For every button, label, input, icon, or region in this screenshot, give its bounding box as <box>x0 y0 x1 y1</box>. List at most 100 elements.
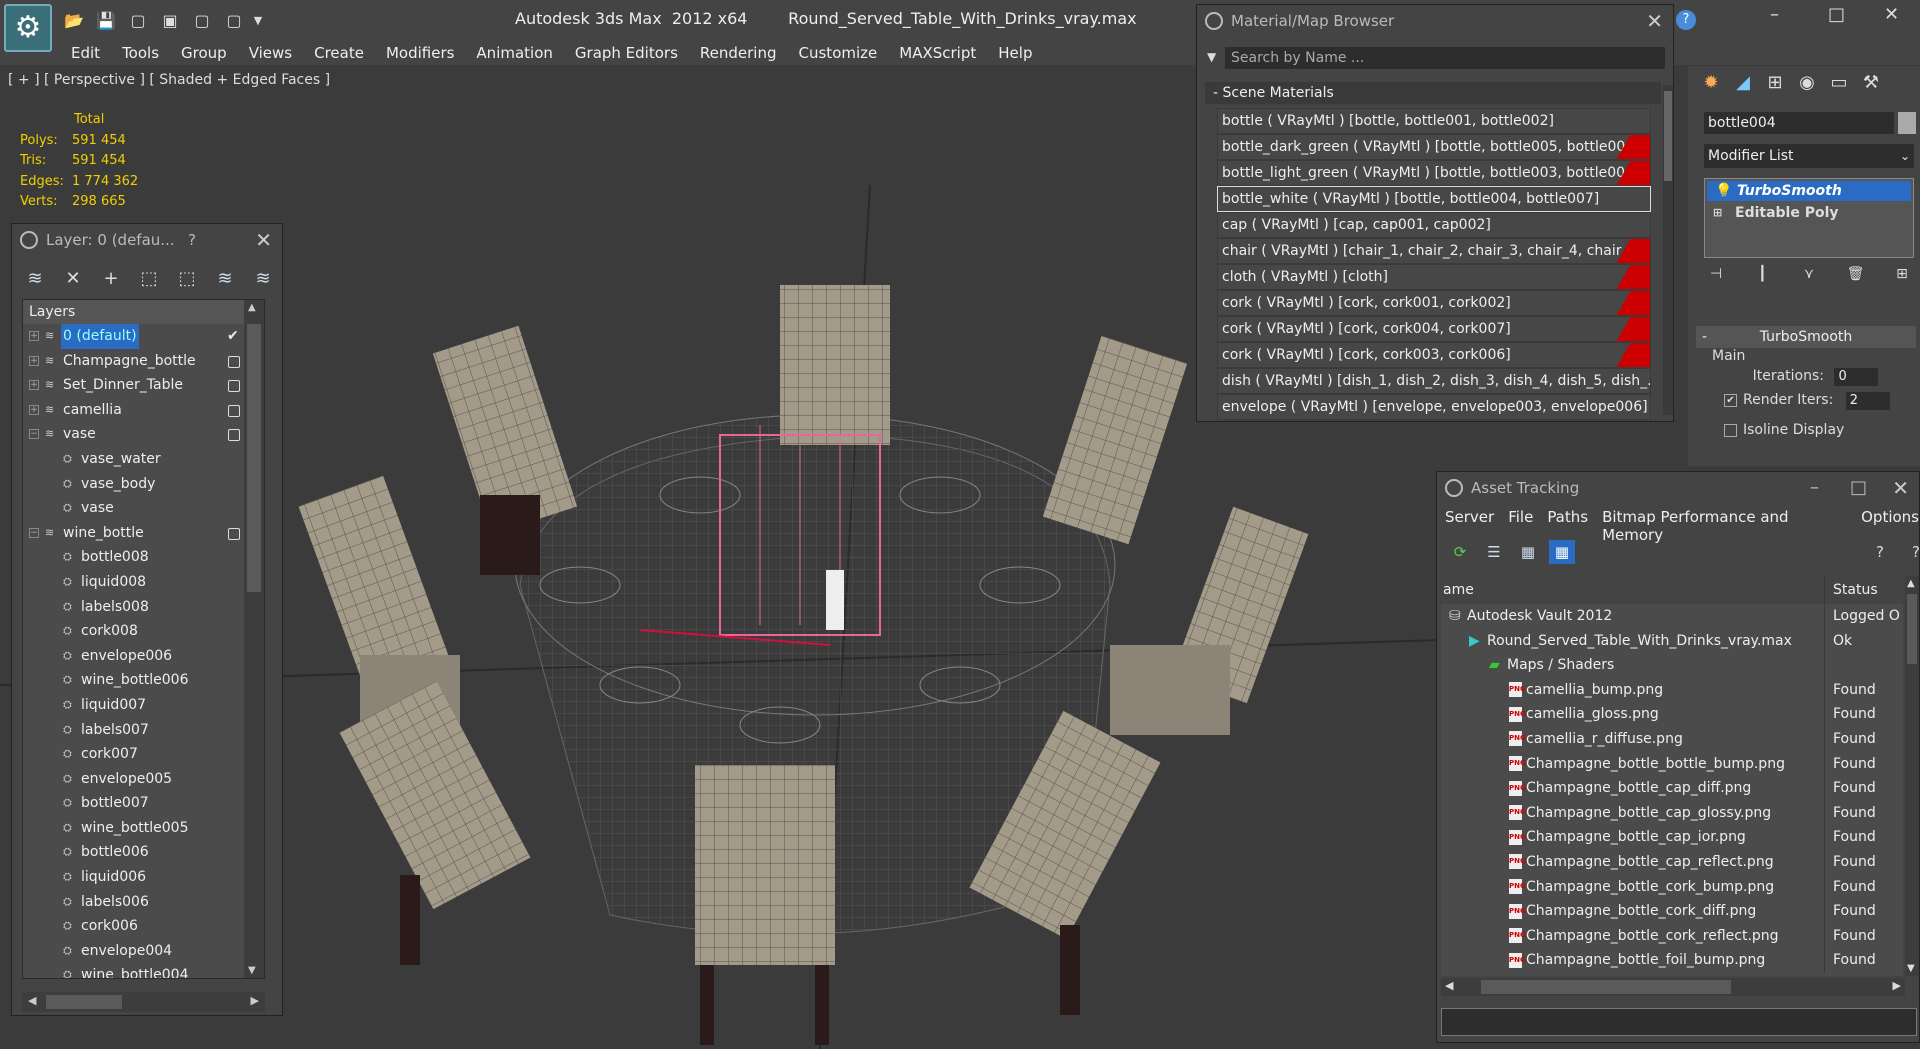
minimize-button[interactable]: – <box>1770 4 1779 25</box>
collapse-icon[interactable]: − <box>29 527 39 538</box>
show-end-result-icon[interactable]: ┃ <box>1751 266 1775 290</box>
material-item[interactable]: cap ( VRayMtl ) [cap, cap001, cap002] <box>1217 212 1651 238</box>
current-layer-checkbox[interactable] <box>228 380 240 393</box>
layer-object-row[interactable]: ⛭ vase <box>23 496 264 521</box>
new-icon[interactable]: ▢ <box>126 10 150 32</box>
close-button[interactable]: ✕ <box>1884 4 1899 25</box>
options-dropdown-icon[interactable]: ▼ <box>1207 50 1216 64</box>
menu-create[interactable]: Create <box>303 42 375 64</box>
modifier-list-dropdown[interactable]: Modifier List ⌄ <box>1704 144 1914 168</box>
scroll-right-icon[interactable]: ▶ <box>1893 979 1901 992</box>
remove-modifier-icon[interactable]: 🗑 <box>1844 266 1868 290</box>
delete-layer-icon[interactable]: ✕ <box>60 266 86 292</box>
object-color-swatch[interactable] <box>1898 112 1916 134</box>
add-to-layer-icon[interactable]: + <box>98 266 124 292</box>
light-bulb-icon[interactable]: 💡 <box>1715 181 1732 201</box>
list-view-icon[interactable]: ☰ <box>1481 540 1507 564</box>
asset-row[interactable]: PNGChampagne_bottle_cap_diff.png Found <box>1441 776 1903 801</box>
asset-row[interactable]: PNGcamellia_bump.png Found <box>1441 677 1903 703</box>
close-button[interactable]: ✕ <box>1892 472 1909 504</box>
freeze-all-icon[interactable]: ≋ <box>250 266 276 292</box>
current-layer-check-icon[interactable]: ✔ <box>227 324 239 349</box>
make-unique-icon[interactable]: ⋎ <box>1797 266 1821 290</box>
menu-help[interactable]: Help <box>987 42 1043 64</box>
layer-object-row[interactable]: ⛭ envelope005 <box>23 767 264 792</box>
asset-row[interactable]: PNGChampagne_bottle_bottle_bump.png Found <box>1441 751 1903 777</box>
current-layer-checkbox[interactable] <box>228 527 240 540</box>
maximize-button[interactable]: □ <box>1828 4 1845 25</box>
asset-row[interactable]: ▰ Maps / Shaders <box>1441 653 1903 678</box>
scroll-down-icon[interactable]: ▼ <box>1907 963 1915 974</box>
create-layer-icon[interactable]: ≋ <box>22 266 48 292</box>
layer-object-row[interactable]: ⛭ labels007 <box>23 718 264 743</box>
column-status[interactable]: Status <box>1825 576 1878 604</box>
scroll-thumb[interactable] <box>1664 91 1672 181</box>
layer-object-row[interactable]: ⛭ liquid006 <box>23 865 264 890</box>
expand-icon[interactable]: + <box>29 404 39 415</box>
column-name[interactable]: ame <box>1441 576 1825 604</box>
expand-icon[interactable]: + <box>29 380 39 391</box>
display-tab-icon[interactable]: ▭ <box>1826 72 1852 98</box>
stack-item-turbosmooth[interactable]: 💡 TurboSmooth <box>1707 181 1911 201</box>
asset-row[interactable]: PNGChampagne_bottle_cap_ior.png Found <box>1441 825 1903 850</box>
context-help-icon[interactable]: ? <box>1903 540 1920 564</box>
material-item[interactable]: envelope ( VRayMtl ) [envelope, envelope… <box>1217 394 1651 420</box>
layer-title-bar[interactable]: Layer: 0 (defau... ? ✕ <box>12 224 282 256</box>
horizontal-scrollbar[interactable]: ◀ ▶ <box>1441 978 1905 996</box>
select-objects-icon[interactable]: ⬚ <box>136 266 162 292</box>
material-item[interactable]: bottle_white ( VRayMtl ) [bottle, bottle… <box>1217 186 1651 212</box>
save-icon[interactable]: 💾 <box>94 10 118 32</box>
layer-object-row[interactable]: ⛭ wine_bottle004 <box>23 963 264 978</box>
menu-bitmap-performance[interactable]: Bitmap Performance and Memory <box>1602 508 1847 544</box>
thumbnail-view-icon[interactable]: ▦ <box>1515 540 1541 564</box>
scene-materials-group[interactable]: - Scene Materials <box>1205 82 1661 104</box>
refresh-icon[interactable]: ⟳ <box>1447 540 1473 564</box>
redo-icon[interactable]: ▢ <box>222 10 246 32</box>
menu-edit[interactable]: Edit <box>60 42 111 64</box>
material-item[interactable]: bottle ( VRayMtl ) [bottle, bottle001, b… <box>1217 108 1651 134</box>
iterations-spinner[interactable]: 0 <box>1834 368 1879 386</box>
layer-object-row[interactable]: ⛭ wine_bottle006 <box>23 668 264 693</box>
collapse-icon[interactable]: − <box>29 429 39 440</box>
menu-group[interactable]: Group <box>170 42 238 64</box>
motion-tab-icon[interactable]: ◉ <box>1794 72 1820 98</box>
help-button[interactable]: ? <box>188 224 196 256</box>
layer-object-row[interactable]: ⛭ cork008 <box>23 619 264 644</box>
layer-object-row[interactable]: ⛭ cork006 <box>23 914 264 939</box>
layer-object-row[interactable]: ⛭ bottle007 <box>23 791 264 816</box>
layer-object-row[interactable]: ⛭ wine_bottle005 <box>23 816 264 841</box>
menu-maxscript[interactable]: MAXScript <box>888 42 987 64</box>
layer-object-row[interactable]: ⛭ labels008 <box>23 595 264 620</box>
expand-icon[interactable]: + <box>29 331 39 341</box>
scroll-right-icon[interactable]: ▶ <box>251 994 259 1007</box>
layer-object-row[interactable]: ⛭ envelope004 <box>23 939 264 964</box>
asset-row[interactable]: PNGcamellia_r_diffuse.png Found <box>1441 726 1903 752</box>
layer-object-row[interactable]: ⛭ bottle008 <box>23 545 264 570</box>
layer-row[interactable]: + ≋ camellia <box>23 398 264 423</box>
highlight-layer-icon[interactable]: ⬚ <box>174 266 200 292</box>
minimize-button[interactable]: – <box>1810 472 1819 504</box>
expand-icon[interactable]: + <box>29 355 39 366</box>
object-name-field[interactable]: bottle004 <box>1704 112 1894 134</box>
asset-tracking-title-bar[interactable]: Asset Tracking – □ ✕ <box>1437 472 1919 504</box>
viewport-label[interactable]: [ + ] [ Perspective ] [ Shaded + Edged F… <box>8 72 330 88</box>
asset-row[interactable]: PNGChampagne_bottle_cork_diff.png Found <box>1441 899 1903 924</box>
app-logo-icon[interactable]: ⚙ <box>4 4 52 52</box>
asset-row[interactable]: PNGChampagne_bottle_foil_bump.png Found <box>1441 948 1903 973</box>
layer-row[interactable]: − ≋ vase <box>23 422 264 447</box>
material-item[interactable]: cork ( VRayMtl ) [cork, cork001, cork002… <box>1217 290 1651 316</box>
layer-object-row[interactable]: ⛭ envelope006 <box>23 644 264 669</box>
create-tab-icon[interactable]: ✹ <box>1698 72 1724 98</box>
menu-animation[interactable]: Animation <box>465 42 563 64</box>
scroll-up-icon[interactable]: ▲ <box>1907 578 1915 589</box>
asset-row[interactable]: ⛁ Autodesk Vault 2012 Logged O <box>1441 604 1903 629</box>
material-item[interactable]: dish ( VRayMtl ) [dish_1, dish_2, dish_3… <box>1217 368 1651 394</box>
menu-file[interactable]: File <box>1508 508 1533 544</box>
asset-row[interactable]: PNGChampagne_bottle_cork_bump.png Found <box>1441 874 1903 900</box>
layer-row[interactable]: + ≋ Champagne_bottle <box>23 349 264 374</box>
modify-tab-icon[interactable]: ◢ <box>1730 72 1756 98</box>
table-view-icon[interactable]: ▦ <box>1549 540 1575 564</box>
scroll-down-icon[interactable]: ▼ <box>248 965 256 976</box>
undo-icon[interactable]: ▢ <box>190 10 214 32</box>
asset-row[interactable]: PNGcamellia_gloss.png Found <box>1441 702 1903 727</box>
